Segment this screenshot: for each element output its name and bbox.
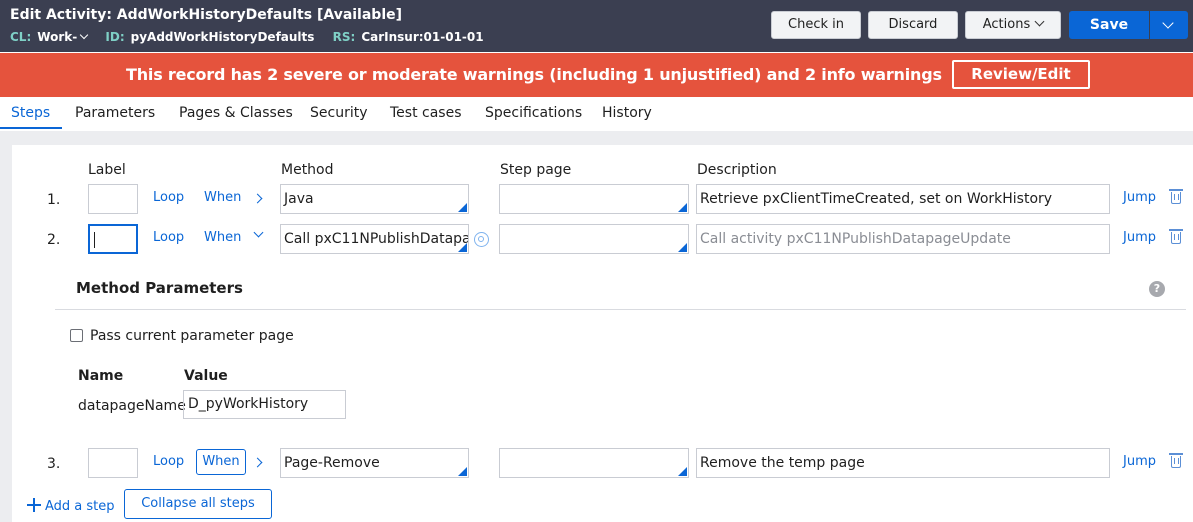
- tab-test-cases[interactable]: Test cases: [390, 105, 462, 121]
- tab-history[interactable]: History: [602, 105, 652, 121]
- id-value: pyAddWorkHistoryDefaults: [130, 30, 315, 44]
- add-step-label[interactable]: Add a step: [45, 499, 115, 514]
- param-value-header: Value: [184, 368, 228, 384]
- step-number: 1.: [47, 192, 61, 208]
- loop-link[interactable]: Loop: [153, 190, 184, 205]
- chevron-down-icon[interactable]: [79, 30, 89, 40]
- class-link[interactable]: Work-: [37, 30, 89, 44]
- method-input[interactable]: Call pxC11NPublishDatapag: [280, 224, 469, 254]
- method-column-header: Method: [281, 162, 334, 178]
- description-input[interactable]: Call activity pxC11NPublishDatapageUpdat…: [696, 224, 1110, 254]
- review-edit-button[interactable]: Review/Edit: [952, 60, 1090, 89]
- autocomplete-corner-icon: [678, 243, 687, 252]
- warning-banner: This record has 2 severe or moderate war…: [0, 53, 1193, 97]
- cl-value[interactable]: Work-: [37, 30, 77, 44]
- actions-label[interactable]: Actions: [983, 17, 1031, 32]
- autocomplete-corner-icon: [458, 243, 467, 252]
- open-rule-icon[interactable]: [474, 232, 489, 247]
- help-icon[interactable]: ?: [1149, 281, 1165, 297]
- step-page-column-header: Step page: [500, 162, 572, 178]
- record-header: Edit Activity: AddWorkHistoryDefaults [A…: [0, 0, 1193, 52]
- chevron-down-icon[interactable]: [1034, 16, 1045, 27]
- step-number: 3.: [47, 456, 61, 472]
- method-input[interactable]: Page-Remove: [280, 448, 469, 478]
- step-number: 2.: [47, 232, 61, 248]
- warning-text: This record has 2 severe or moderate war…: [126, 65, 942, 84]
- autocomplete-corner-icon: [458, 203, 467, 212]
- rs-value: CarInsur:01-01-01: [361, 30, 484, 44]
- autocomplete-corner-icon: [458, 467, 467, 476]
- save-button[interactable]: Save: [1069, 11, 1149, 39]
- divider: [55, 309, 1186, 310]
- trash-icon[interactable]: [1169, 453, 1183, 468]
- jump-link[interactable]: Jump: [1123, 454, 1156, 469]
- collapse-all-steps-button[interactable]: Collapse all steps: [124, 489, 272, 519]
- trash-icon[interactable]: [1169, 189, 1183, 204]
- tab-security[interactable]: Security: [310, 105, 368, 121]
- jump-link[interactable]: Jump: [1123, 230, 1156, 245]
- method-parameters-title: Method Parameters: [76, 279, 243, 297]
- label-column-header: Label: [88, 162, 126, 178]
- plus-icon[interactable]: [27, 498, 41, 512]
- rs-key: RS:: [332, 30, 356, 44]
- tab-steps[interactable]: Steps: [11, 105, 50, 121]
- record-meta: CL: Work- ID: pyAddWorkHistoryDefaults RS:…: [10, 30, 498, 44]
- tab-pages-classes[interactable]: Pages & Classes: [179, 105, 293, 121]
- step-label-input[interactable]: [88, 224, 138, 254]
- autocomplete-corner-icon: [678, 467, 687, 476]
- description-input[interactable]: Retrieve pxClientTimeCreated, set on Wor…: [696, 184, 1110, 214]
- description-input[interactable]: Remove the temp page: [696, 448, 1110, 478]
- active-tab-indicator: [0, 127, 62, 129]
- step-page-input[interactable]: [499, 184, 689, 214]
- param-name-header: Name: [78, 368, 124, 384]
- text-caret: [94, 232, 95, 248]
- tab-specifications[interactable]: Specifications: [485, 105, 582, 121]
- check-in-button[interactable]: Check in: [771, 11, 861, 39]
- step-page-input[interactable]: [499, 224, 689, 254]
- add-step-link[interactable]: Add a step: [27, 496, 115, 514]
- method-input[interactable]: Java: [280, 184, 469, 214]
- jump-link[interactable]: Jump: [1123, 190, 1156, 205]
- method-value[interactable]: Java: [284, 191, 314, 207]
- when-link[interactable]: When: [204, 230, 241, 245]
- when-button[interactable]: When: [196, 449, 246, 475]
- tab-bar: Steps Parameters Pages & Classes Securit…: [0, 97, 1193, 130]
- description-column-header: Description: [697, 162, 777, 178]
- param-value-input[interactable]: D_pyWorkHistory: [183, 390, 346, 419]
- discard-button[interactable]: Discard: [868, 11, 958, 39]
- step-label-input[interactable]: [88, 448, 138, 478]
- pass-param-page-checkbox[interactable]: [70, 329, 83, 342]
- cl-key: CL:: [10, 30, 32, 44]
- save-menu-button[interactable]: [1150, 11, 1188, 39]
- record-title: Edit Activity: AddWorkHistoryDefaults [A…: [10, 7, 403, 23]
- param-name: datapageName: [78, 398, 186, 414]
- actions-button[interactable]: Actions: [965, 11, 1061, 39]
- trash-icon[interactable]: [1169, 229, 1183, 244]
- pass-param-page-label[interactable]: Pass current parameter page: [90, 328, 294, 344]
- step-label-input[interactable]: [88, 184, 138, 214]
- id-key: ID:: [105, 30, 125, 44]
- method-value[interactable]: Call pxC11NPublishDatapag: [284, 231, 468, 247]
- tab-parameters[interactable]: Parameters: [75, 105, 155, 121]
- when-link[interactable]: When: [204, 190, 241, 205]
- loop-link[interactable]: Loop: [153, 230, 184, 245]
- loop-link[interactable]: Loop: [153, 454, 184, 469]
- step-page-input[interactable]: [499, 448, 689, 478]
- method-value[interactable]: Page-Remove: [284, 455, 380, 471]
- chevron-down-icon[interactable]: [1162, 17, 1174, 29]
- autocomplete-corner-icon: [678, 203, 687, 212]
